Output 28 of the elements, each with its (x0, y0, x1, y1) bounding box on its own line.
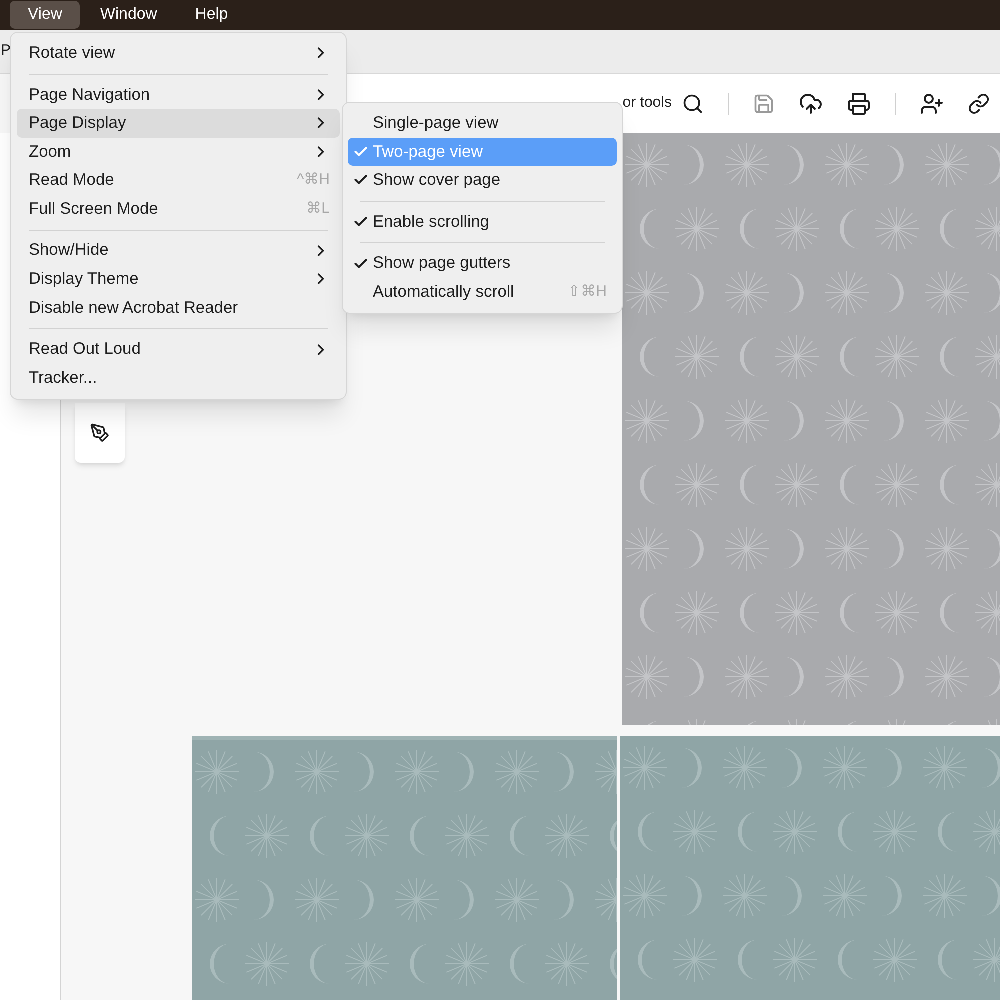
menu-item[interactable]: Single-page view (348, 109, 617, 138)
menu-item[interactable]: Read Mode ^⌘H (17, 166, 340, 195)
cloud-upload-icon[interactable] (799, 92, 823, 116)
menu-item[interactable]: Automatically scroll ⇧⌘H (348, 278, 617, 307)
menu-item[interactable]: Show/Hide (17, 236, 340, 266)
menu-item[interactable]: Display Theme (17, 265, 340, 294)
menu-item[interactable]: Full Screen Mode ⌘L (17, 194, 340, 224)
menu-item[interactable]: Page Navigation (17, 80, 340, 110)
menu-item[interactable]: Zoom (17, 138, 340, 166)
menu-bar-item[interactable]: View (10, 1, 80, 29)
search-icon[interactable] (682, 92, 704, 114)
menu-item[interactable]: Show page gutters (348, 249, 617, 278)
menu-item[interactable]: Show cover page (348, 166, 617, 195)
save-icon[interactable] (753, 92, 775, 114)
search-label[interactable]: or tools (622, 92, 672, 115)
tab-label[interactable]: P (0, 40, 12, 63)
pen-tool-icon[interactable] (90, 423, 110, 443)
menu-item[interactable]: Disable new Acrobat Reader (17, 294, 340, 322)
menu-bar-item[interactable]: Help (177, 1, 246, 29)
menu-item[interactable]: Enable scrolling (348, 208, 617, 236)
print-icon[interactable] (847, 92, 871, 116)
user-plus-icon[interactable] (920, 92, 944, 116)
link-icon[interactable] (968, 92, 990, 114)
menu-bar-item[interactable]: Window (82, 1, 176, 29)
menu-item[interactable]: Tracker... (17, 364, 340, 393)
menu-item[interactable]: Read Out Loud (17, 335, 340, 364)
menu-item[interactable]: Rotate view (17, 39, 340, 68)
menu-item[interactable]: Page Display (17, 109, 340, 138)
